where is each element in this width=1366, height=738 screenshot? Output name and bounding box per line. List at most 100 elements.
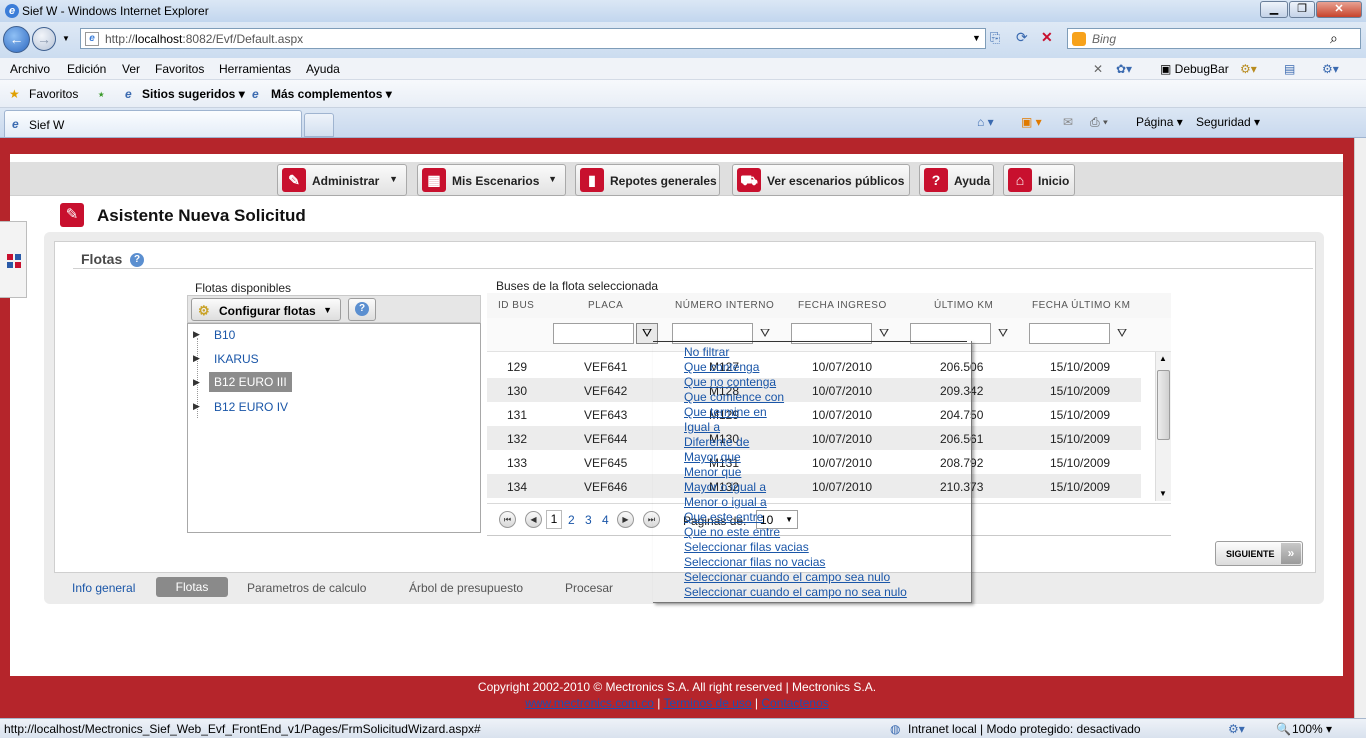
col-fecha-ultimo-km[interactable]: FECHA ÚLTIMO KM bbox=[1032, 300, 1130, 311]
back-button[interactable]: ← bbox=[3, 26, 30, 53]
feeds-icon[interactable]: ▣ ▾ bbox=[1021, 115, 1042, 129]
contact-link[interactable]: Contactenos bbox=[761, 696, 828, 710]
search-input[interactable]: Bing ⌕ bbox=[1067, 28, 1361, 49]
menu-ver[interactable]: Ver bbox=[122, 62, 140, 76]
ayuda-button[interactable]: ? Ayuda bbox=[919, 164, 994, 196]
scroll-down-icon[interactable]: ▼ bbox=[1159, 489, 1167, 498]
page-menu-button[interactable]: Página ▾ bbox=[1136, 115, 1183, 129]
filter-option[interactable]: Seleccionar filas no vacias bbox=[684, 555, 825, 569]
filter-option[interactable]: Seleccionar cuando el campo sea nulo bbox=[684, 570, 890, 584]
next-page-icon[interactable]: ▶ bbox=[617, 511, 634, 528]
expand-icon[interactable]: ▶ bbox=[193, 353, 200, 364]
note-icon[interactable]: ▤ bbox=[1284, 62, 1295, 76]
filter-fecha-ultimo-km-input[interactable] bbox=[1029, 323, 1110, 344]
favorites-button[interactable]: Favoritos bbox=[29, 87, 78, 101]
filter-option[interactable]: Menor o igual a bbox=[684, 495, 767, 509]
url-dropdown-icon[interactable]: ▼ bbox=[972, 33, 981, 43]
menu-favoritos[interactable]: Favoritos bbox=[155, 62, 204, 76]
filter-option[interactable]: Que no contenga bbox=[684, 375, 776, 389]
filter-option[interactable]: Menor que bbox=[684, 465, 741, 479]
mail-icon[interactable]: ✉ bbox=[1063, 115, 1073, 129]
filter-numero-interno-icon[interactable]: ⛛ bbox=[760, 326, 770, 341]
col-placa[interactable]: PLACA bbox=[588, 300, 623, 311]
page-3-link[interactable]: 3 bbox=[585, 513, 592, 527]
expand-icon[interactable]: ▶ bbox=[193, 401, 200, 412]
stop-icon[interactable]: ✕ bbox=[1041, 29, 1053, 46]
tab-sief-w[interactable]: e Sief W bbox=[4, 110, 302, 137]
home-icon[interactable]: ⌂ ▾ bbox=[977, 115, 994, 129]
debugbar-button[interactable]: ▣ DebugBar bbox=[1160, 62, 1229, 76]
menu-ayuda[interactable]: Ayuda bbox=[306, 62, 340, 76]
filter-option[interactable]: Mayor o igual a bbox=[684, 480, 766, 494]
url-input[interactable]: e http://localhost:8082/Evf/Default.aspx… bbox=[80, 28, 986, 49]
page-scrollbar[interactable] bbox=[1354, 138, 1366, 720]
grid-scrollbar[interactable]: ▲ ▼ bbox=[1155, 352, 1171, 501]
side-panel-handle[interactable] bbox=[0, 221, 27, 298]
filter-option[interactable]: Seleccionar filas vacias bbox=[684, 540, 809, 554]
filter-placa-input[interactable] bbox=[553, 323, 634, 344]
inicio-button[interactable]: ⌂ Inicio bbox=[1003, 164, 1075, 196]
scroll-up-icon[interactable]: ▲ bbox=[1159, 354, 1167, 363]
zoom-level[interactable]: 100% ▾ bbox=[1292, 722, 1332, 736]
protected-mode-icon[interactable]: ⚙▾ bbox=[1228, 722, 1245, 736]
filter-option[interactable]: Que este entre bbox=[684, 510, 763, 524]
filter-option[interactable]: Que contenga bbox=[684, 360, 759, 374]
tree-item-ikarus[interactable]: ▶ IKARUS bbox=[188, 348, 478, 370]
minimize-button[interactable]: ▁ bbox=[1260, 1, 1288, 18]
compat-view-icon[interactable]: ⎘ bbox=[990, 30, 1000, 46]
close-window-button[interactable]: ✕ bbox=[1316, 1, 1362, 18]
refresh-icon[interactable]: ⟳ bbox=[1016, 29, 1028, 46]
live-icon[interactable]: ✿▾ bbox=[1116, 62, 1132, 76]
tree-item-b12-euro-iii[interactable]: ▶ B12 EURO III bbox=[188, 372, 478, 394]
siguiente-button[interactable]: SIGUIENTE » bbox=[1215, 541, 1303, 566]
filter-fecha-ultimo-km-icon[interactable]: ⛛ bbox=[1117, 326, 1127, 341]
expand-icon[interactable]: ▶ bbox=[193, 377, 200, 388]
col-fecha-ingreso[interactable]: FECHA INGRESO bbox=[798, 300, 887, 311]
col-ultimo-km[interactable]: ÚLTIMO KM bbox=[934, 300, 993, 311]
tools-icon[interactable]: ⚙▾ bbox=[1322, 62, 1339, 76]
reportes-generales-button[interactable]: ▮ Repotes generales bbox=[575, 164, 720, 196]
step-flotas[interactable]: Flotas bbox=[156, 577, 228, 597]
page-4-link[interactable]: 4 bbox=[602, 513, 609, 527]
administrar-button[interactable]: ✎ Administrar ▼ bbox=[277, 164, 407, 196]
maximize-button[interactable]: ❐ bbox=[1289, 1, 1315, 18]
menu-archivo[interactable]: Archivo bbox=[10, 62, 50, 76]
scroll-thumb[interactable] bbox=[1157, 370, 1170, 440]
print-icon[interactable]: ⎙ ▾ bbox=[1090, 115, 1108, 130]
help-icon[interactable]: ? bbox=[130, 253, 144, 267]
filter-option[interactable]: Que comience con bbox=[684, 390, 784, 404]
ver-escenarios-publicos-button[interactable]: ⛟ Ver escenarios públicos bbox=[732, 164, 910, 196]
new-tab-button[interactable] bbox=[304, 113, 334, 137]
menu-herramientas[interactable]: Herramientas bbox=[219, 62, 291, 76]
suggested-sites-button[interactable]: Sitios sugeridos ▾ bbox=[142, 87, 245, 101]
forward-button[interactable]: → bbox=[32, 27, 56, 51]
ie-extension-icon[interactable]: ⚙▾ bbox=[1240, 62, 1257, 76]
tree-help-button[interactable]: ? bbox=[348, 298, 376, 321]
tree-item-b12-euro-iv[interactable]: ▶ B12 EURO IV bbox=[188, 396, 478, 418]
zoom-icon[interactable]: 🔍 bbox=[1276, 722, 1291, 736]
filter-option[interactable]: Seleccionar cuando el campo no sea nulo bbox=[684, 585, 907, 599]
first-page-icon[interactable]: ⏮ bbox=[499, 511, 516, 528]
history-dropdown-icon[interactable]: ▼ bbox=[62, 34, 70, 43]
close-bar-icon[interactable]: ✕ bbox=[1093, 62, 1103, 76]
prev-page-icon[interactable]: ◀ bbox=[525, 511, 542, 528]
add-favorite-icon[interactable]: ⭑ bbox=[98, 87, 104, 102]
step-info-general[interactable]: Info general bbox=[72, 581, 135, 595]
filter-option[interactable]: Que no este entre bbox=[684, 525, 780, 539]
filter-option[interactable]: No filtrar bbox=[684, 345, 729, 359]
expand-icon[interactable]: ▶ bbox=[193, 329, 200, 340]
filter-option[interactable]: Diferente de bbox=[684, 435, 749, 449]
menu-edicion[interactable]: Edición bbox=[67, 62, 106, 76]
page-2-link[interactable]: 2 bbox=[568, 513, 575, 527]
mis-escenarios-button[interactable]: ▦ Mis Escenarios ▼ bbox=[417, 164, 566, 196]
col-numero-interno[interactable]: NÚMERO INTERNO bbox=[675, 300, 774, 311]
configurar-flotas-button[interactable]: ⚙ Configurar flotas ▼ bbox=[191, 298, 341, 321]
terms-link[interactable]: Terminos de uso bbox=[664, 696, 752, 710]
search-icon[interactable]: ⌕ bbox=[1330, 30, 1338, 47]
tree-item-b10[interactable]: ▶ B10 bbox=[188, 324, 478, 346]
col-id-bus[interactable]: ID BUS bbox=[498, 300, 534, 311]
filter-option[interactable]: Igual a bbox=[684, 420, 720, 434]
more-addons-button[interactable]: Más complementos ▾ bbox=[271, 87, 392, 101]
security-menu-button[interactable]: Seguridad ▾ bbox=[1196, 115, 1260, 129]
filter-option[interactable]: Que termine en bbox=[684, 405, 767, 419]
